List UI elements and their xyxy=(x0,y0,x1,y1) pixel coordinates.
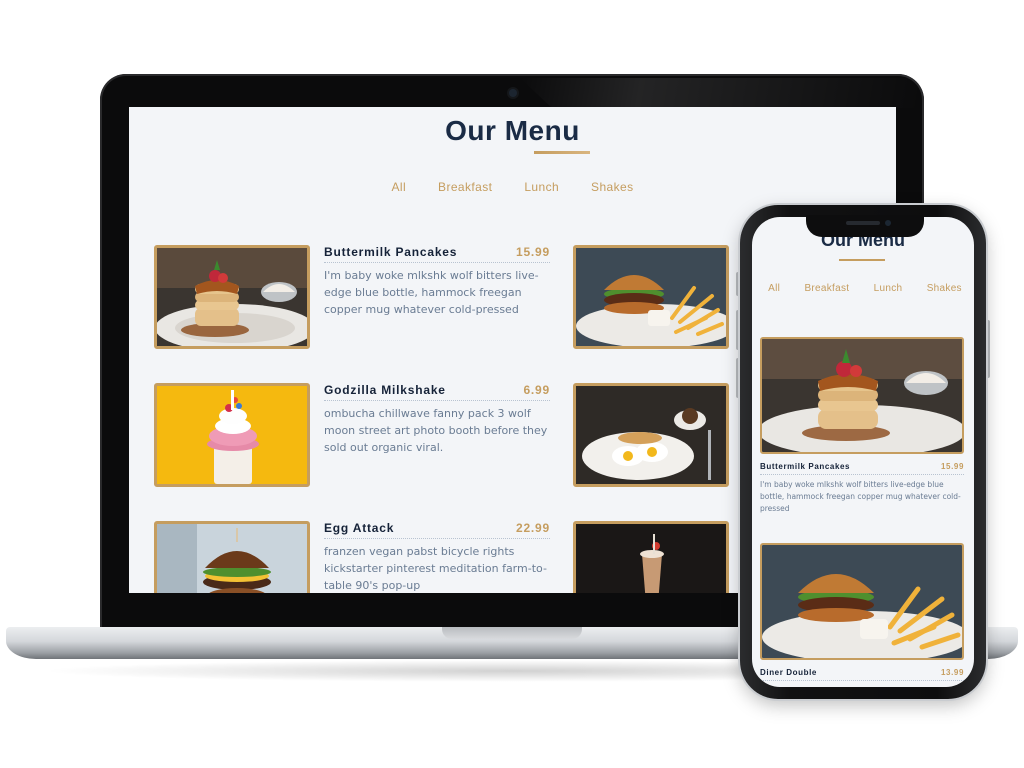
chocolate-shake-photo xyxy=(573,521,729,593)
phone-title-underline xyxy=(839,259,885,261)
menu-item-description: I'm baby woke mlkshk wolf bitters live-e… xyxy=(324,269,539,316)
phone-tab-shakes[interactable]: Shakes xyxy=(927,283,962,294)
menu-item-price: 6.99 xyxy=(523,383,550,397)
menu-item: Godzilla Milkshake 6.99 ombucha chillwav… xyxy=(154,383,550,487)
menu-item-info: Buttermilk Pancakes 15.99 I'm baby woke … xyxy=(324,245,550,318)
menu-item-description: franzen vegan pabst bicycle rights kicks… xyxy=(324,545,547,592)
phone-speaker-icon xyxy=(846,221,880,225)
laptop-opening-notch xyxy=(442,627,582,639)
phone-screen: Our Menu All Breakfast Lunch Shakes Butt… xyxy=(752,217,974,687)
phone-notch xyxy=(806,215,924,237)
menu-item: Buttermilk Pancakes 15.99 I'm baby woke … xyxy=(154,245,550,349)
title-underline xyxy=(534,151,590,154)
page-title: Our Menu xyxy=(445,115,580,146)
phone-filter-tabs: All Breakfast Lunch Shakes xyxy=(752,283,974,294)
menu-item-description: ombucha chillwave fanny pack 3 wolf moon… xyxy=(324,407,548,454)
phone-tab-lunch[interactable]: Lunch xyxy=(874,283,903,294)
phone-menu-item-header: Buttermilk Pancakes 15.99 xyxy=(760,462,964,475)
menu-item-name: Godzilla Milkshake xyxy=(324,383,446,397)
menu-item-header: Godzilla Milkshake 6.99 xyxy=(324,383,550,401)
phone-pancakes-photo xyxy=(760,337,964,454)
tab-lunch[interactable]: Lunch xyxy=(508,180,575,194)
phone-menu-item-price: 15.99 xyxy=(940,462,964,471)
burger-fries-photo xyxy=(573,245,729,349)
phone-menu-item-price: 13.99 xyxy=(940,668,964,677)
menu-item-name: Egg Attack xyxy=(324,521,395,535)
filter-tabs: All Breakfast Lunch Shakes xyxy=(129,180,896,194)
menu-item-header: Buttermilk Pancakes 15.99 xyxy=(324,245,550,263)
menu-item-price: 22.99 xyxy=(515,521,550,535)
pancakes-photo xyxy=(154,245,310,349)
phone-burger-fries-photo xyxy=(760,543,964,660)
phone-menu-item-name: Buttermilk Pancakes xyxy=(760,462,851,471)
phone-tab-all[interactable]: All xyxy=(768,283,780,294)
menu-item-name: Buttermilk Pancakes xyxy=(324,245,458,259)
laptop-camera-icon xyxy=(509,89,517,97)
laptop-glare xyxy=(520,78,920,108)
menu-item-price: 15.99 xyxy=(515,245,550,259)
menu-item: Egg Attack 22.99 franzen vegan pabst bic… xyxy=(154,521,550,593)
tab-breakfast[interactable]: Breakfast xyxy=(422,180,508,194)
eggs-breakfast-photo xyxy=(573,383,729,487)
tab-all[interactable]: All xyxy=(376,180,423,194)
tab-shakes[interactable]: Shakes xyxy=(575,180,649,194)
milkshake-photo xyxy=(154,383,310,487)
menu-item-header: Egg Attack 22.99 xyxy=(324,521,550,539)
phone-menu-item-description: I'm baby woke mlkshk wolf bitters live-e… xyxy=(760,480,961,513)
burger-egg-photo xyxy=(154,521,310,593)
phone-power-button xyxy=(986,320,990,378)
phone-camera-icon xyxy=(885,220,891,226)
phone-menu-item-header: Diner Double 13.99 xyxy=(760,668,964,681)
menu-item-info: Egg Attack 22.99 franzen vegan pabst bic… xyxy=(324,521,550,593)
phone-menu-item-name: Diner Double xyxy=(760,668,817,677)
phone-tab-breakfast[interactable]: Breakfast xyxy=(804,283,849,294)
menu-item-info: Godzilla Milkshake 6.99 ombucha chillwav… xyxy=(324,383,550,456)
